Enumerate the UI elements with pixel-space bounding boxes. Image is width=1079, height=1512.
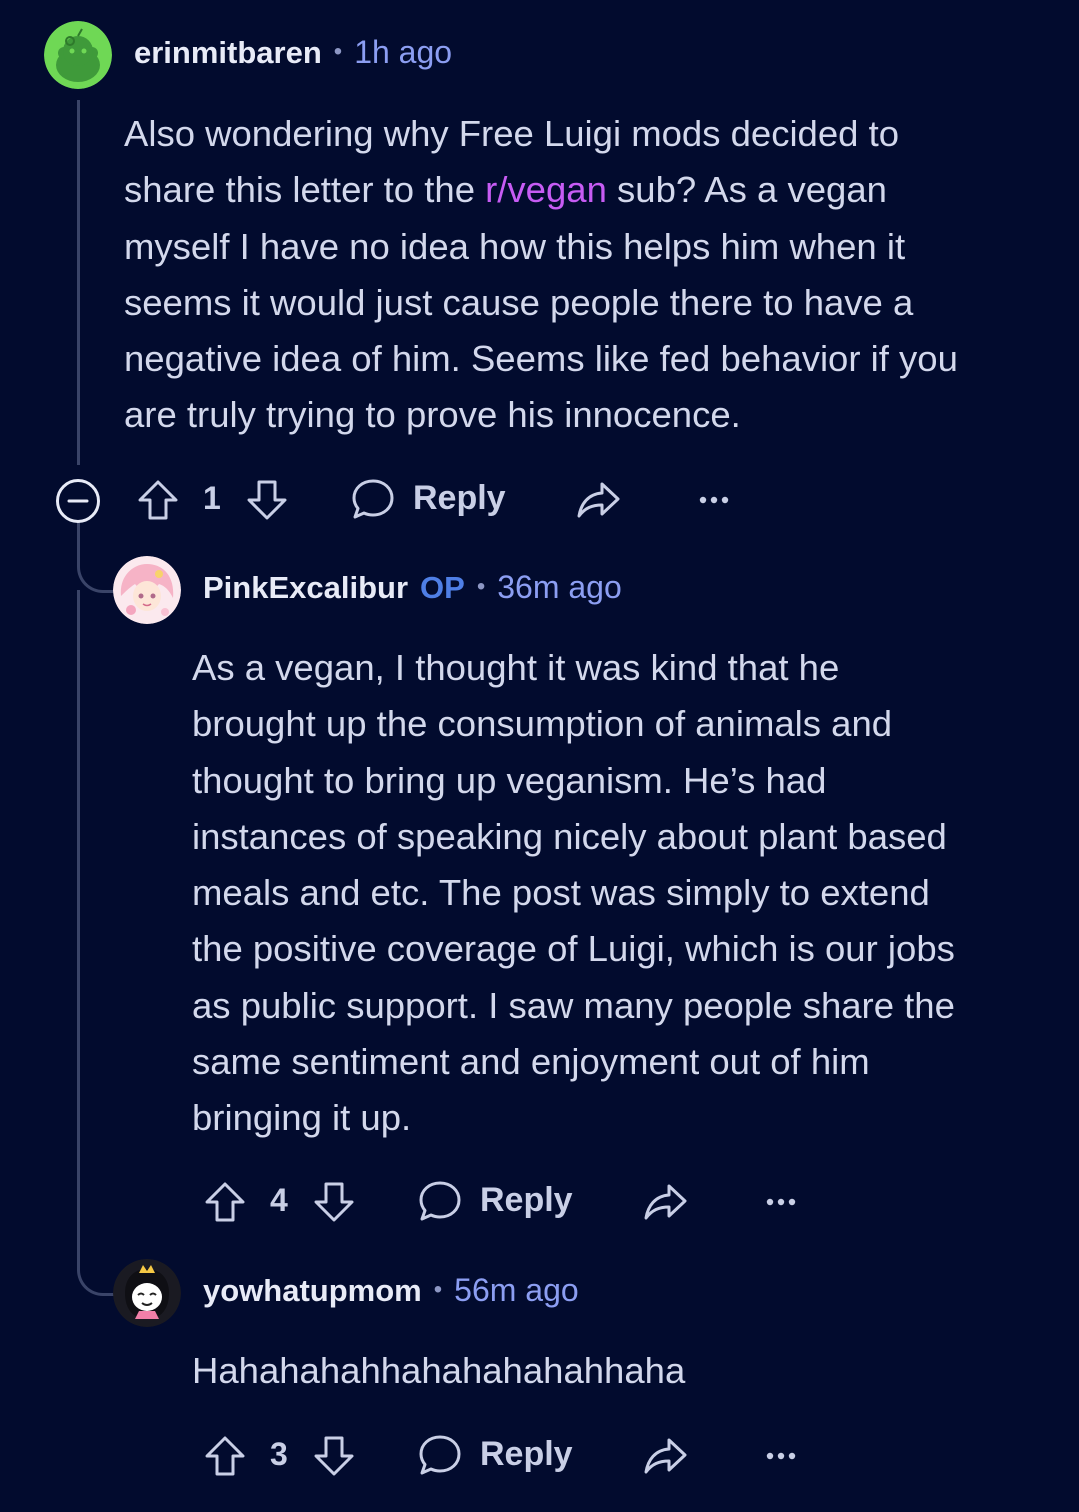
body-line: instances of speaking nicely about plant… bbox=[192, 815, 947, 857]
share-button[interactable] bbox=[641, 1180, 689, 1224]
body-line: Hahahahahhahahahahahhaha bbox=[192, 1350, 686, 1391]
timestamp: 1h ago bbox=[354, 34, 453, 70]
body-line: seems it would just cause people there t… bbox=[124, 281, 914, 323]
separator-dot: • bbox=[476, 573, 486, 600]
speech-bubble-icon bbox=[419, 1181, 461, 1221]
body-line: negative idea of him. Seems like fed beh… bbox=[124, 338, 958, 380]
reply-icon-button[interactable] bbox=[417, 1178, 463, 1224]
comment-body: As a vegan, I thought it was kind that h… bbox=[192, 640, 955, 1147]
body-line: myself I have no idea how this helps him… bbox=[124, 225, 906, 267]
share-button[interactable] bbox=[574, 478, 622, 522]
comment-header: erinmitbaren • 1h ago bbox=[134, 34, 452, 71]
thread-elbow-reply-2 bbox=[77, 1235, 116, 1296]
reply-button[interactable]: Reply bbox=[413, 479, 506, 518]
username[interactable]: PinkExcalibur bbox=[203, 570, 408, 606]
thread-line-main bbox=[77, 100, 80, 465]
upvote-arrow-icon bbox=[205, 1436, 245, 1476]
share-arrow-icon bbox=[577, 482, 620, 518]
body-line: Also wondering why Free Luigi mods decid… bbox=[124, 113, 900, 154]
reply-button[interactable]: Reply bbox=[480, 1435, 573, 1474]
snoo-avatar-icon bbox=[44, 21, 112, 89]
share-button[interactable] bbox=[641, 1434, 689, 1478]
body-line: bringing it up. bbox=[192, 1097, 412, 1139]
share-arrow-icon bbox=[644, 1438, 687, 1474]
more-options-button[interactable] bbox=[761, 1188, 801, 1216]
username[interactable]: yowhatupmom bbox=[203, 1273, 422, 1309]
downvote-button[interactable] bbox=[312, 1180, 356, 1224]
speech-bubble-icon bbox=[419, 1435, 461, 1475]
body-line: share this letter to the r/vegan sub? As… bbox=[124, 162, 958, 218]
username[interactable]: erinmitbaren bbox=[134, 35, 322, 71]
ellipsis-icon bbox=[699, 496, 729, 504]
separator-dot: • bbox=[333, 38, 343, 65]
downvote-arrow-icon bbox=[247, 480, 287, 520]
comment-body: Also wondering why Free Luigi mods decid… bbox=[124, 106, 958, 444]
reply-button[interactable]: Reply bbox=[480, 1181, 573, 1220]
upvote-arrow-icon bbox=[138, 480, 178, 520]
more-options-button[interactable] bbox=[761, 1442, 801, 1470]
collapse-minus-icon bbox=[56, 479, 100, 523]
share-arrow-icon bbox=[644, 1184, 687, 1220]
body-text-fragment: sub? As a vegan bbox=[606, 169, 887, 211]
comment-header: yowhatupmom • 56m ago bbox=[203, 1272, 579, 1309]
upvote-button[interactable] bbox=[203, 1434, 247, 1478]
downvote-button[interactable] bbox=[245, 478, 289, 522]
separator-dot: • bbox=[433, 1276, 443, 1303]
reply-icon-button[interactable] bbox=[417, 1432, 463, 1478]
body-line: same sentiment and enjoyment out of him bbox=[192, 1041, 870, 1083]
op-badge: OP bbox=[420, 570, 465, 605]
anime-avatar-icon bbox=[113, 556, 181, 624]
body-line: thought to bring up veganism. He’s had bbox=[192, 759, 827, 801]
upvote-arrow-icon bbox=[205, 1182, 245, 1222]
body-line: meals and etc. The post was simply to ex… bbox=[192, 872, 930, 914]
vote-count: 3 bbox=[270, 1436, 288, 1472]
subreddit-link[interactable]: r/vegan bbox=[485, 169, 607, 210]
downvote-button[interactable] bbox=[312, 1434, 356, 1478]
collapse-thread-button[interactable] bbox=[55, 478, 101, 524]
more-options-button[interactable] bbox=[694, 486, 734, 514]
timestamp: 36m ago bbox=[497, 569, 622, 605]
vote-count: 1 bbox=[203, 480, 221, 516]
speech-bubble-icon bbox=[352, 479, 394, 519]
timestamp: 56m ago bbox=[454, 1272, 579, 1308]
downvote-arrow-icon bbox=[314, 1436, 354, 1476]
body-text-fragment: share this letter to the bbox=[124, 169, 486, 211]
downvote-arrow-icon bbox=[314, 1182, 354, 1222]
ellipsis-icon bbox=[766, 1452, 796, 1460]
reply-icon-button[interactable] bbox=[350, 476, 396, 522]
body-line: are truly trying to prove his innocence. bbox=[124, 394, 741, 436]
upvote-button[interactable] bbox=[203, 1180, 247, 1224]
avatar-erinmitbaren[interactable] bbox=[44, 21, 112, 89]
body-line: as public support. I saw many people sha… bbox=[192, 984, 955, 1026]
comment-body: Hahahahahhahahahahahhaha bbox=[192, 1343, 685, 1399]
thread-line-children-2 bbox=[77, 590, 80, 1250]
thread-elbow-reply-1 bbox=[77, 540, 116, 593]
body-line: As a vegan, I thought it was kind that h… bbox=[192, 647, 840, 688]
body-line: the positive coverage of Luigi, which is… bbox=[192, 928, 955, 970]
comment-header: PinkExcalibur OP • 36m ago bbox=[203, 569, 622, 606]
cartoon-avatar-icon bbox=[113, 1259, 181, 1327]
ellipsis-icon bbox=[766, 1198, 796, 1206]
avatar-yowhatupmom[interactable] bbox=[113, 1259, 181, 1327]
avatar-pinkexcalibur[interactable] bbox=[113, 556, 181, 624]
upvote-button[interactable] bbox=[136, 478, 180, 522]
vote-count: 4 bbox=[270, 1182, 288, 1218]
body-line: brought up the consumption of animals an… bbox=[192, 703, 893, 745]
